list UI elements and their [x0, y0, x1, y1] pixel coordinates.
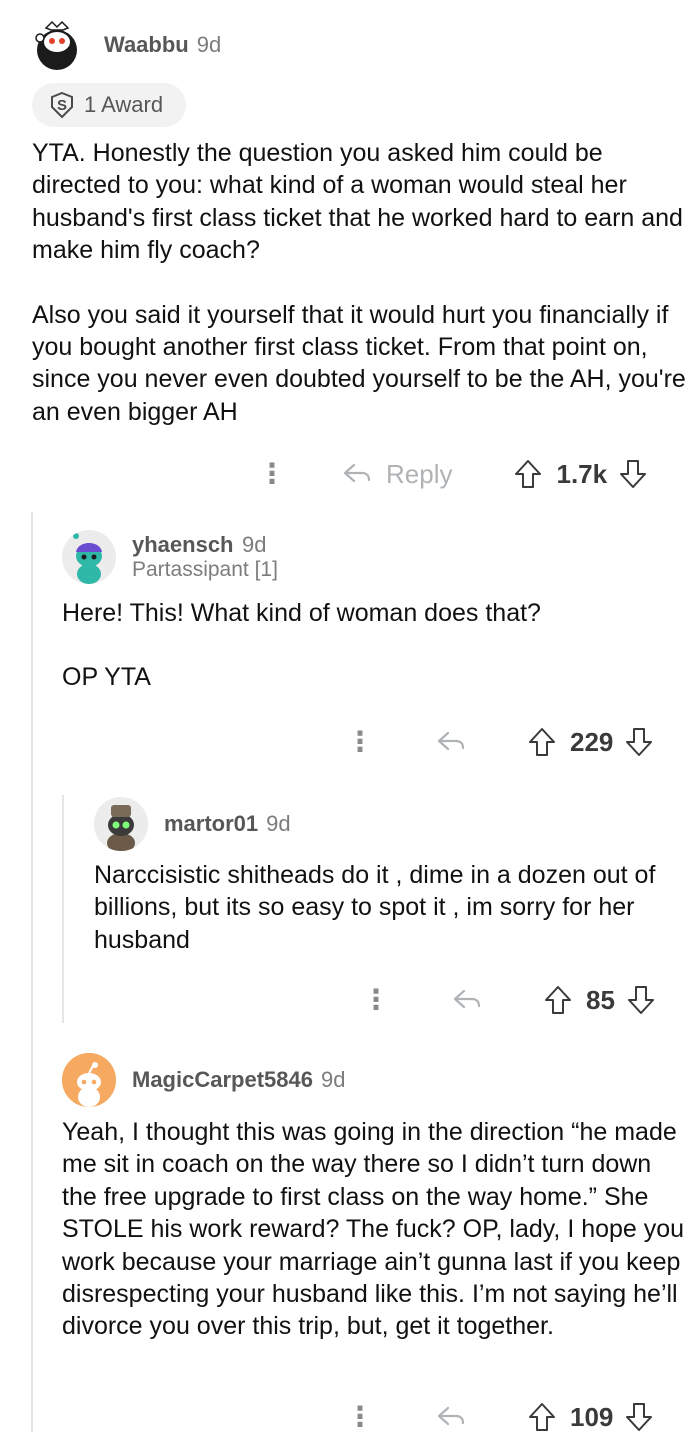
downvote-arrow-icon — [627, 986, 654, 1014]
comment-body: Here! This! What kind of woman does that… — [62, 597, 682, 694]
username[interactable]: MagicCarpet5846 — [132, 1067, 313, 1093]
downvote-button[interactable] — [625, 727, 653, 757]
thread-line[interactable] — [31, 512, 33, 1432]
comment-age: 9d — [196, 32, 222, 57]
comment-paragraph: OP YTA — [62, 663, 151, 692]
svg-text:S: S — [57, 97, 67, 114]
award-badge[interactable]: S 1 Award — [32, 83, 186, 127]
upvote-arrow-icon — [515, 460, 542, 488]
reply-arrow-icon — [343, 463, 371, 483]
username[interactable]: yhaensch — [132, 532, 234, 557]
more-options-button[interactable]: ⋮ — [362, 986, 390, 1014]
vote-score: 229 — [570, 726, 614, 757]
comment-actions: ⋮ Reply 1.7k — [258, 454, 647, 494]
reply-button[interactable] — [436, 730, 466, 754]
user-flair: Partassipant [1] — [132, 558, 278, 581]
upvote-button[interactable] — [514, 459, 542, 489]
downvote-arrow-icon — [626, 1403, 653, 1431]
comment-paragraph: Narccisistic shitheads do it , dime in a… — [94, 861, 656, 954]
avatar[interactable] — [94, 797, 148, 851]
comment-header: martor01 9d — [94, 797, 291, 851]
comment-actions: ⋮ 229 — [346, 722, 653, 762]
downvote-button[interactable] — [627, 985, 655, 1015]
reply-button[interactable]: Reply — [342, 459, 452, 490]
vote-score: 85 — [586, 984, 615, 1015]
thread-line[interactable] — [62, 795, 64, 1023]
reply-arrow-icon — [437, 1406, 465, 1426]
avatar[interactable] — [30, 18, 84, 72]
reply-arrow-icon — [437, 731, 465, 751]
snoo-avatar-icon — [94, 797, 148, 851]
comment-header: Waabbu 9d — [30, 18, 221, 72]
upvote-button[interactable] — [528, 727, 556, 757]
downvote-button[interactable] — [619, 459, 647, 489]
upvote-arrow-icon — [545, 986, 571, 1014]
comment-body: Narccisistic shitheads do it , dime in a… — [94, 859, 686, 956]
reply-label: Reply — [386, 458, 453, 489]
downvote-arrow-icon — [620, 460, 647, 488]
downvote-arrow-icon — [626, 728, 653, 756]
snoo-avatar-icon — [62, 1053, 116, 1107]
comment-age: 9d — [241, 532, 267, 557]
comment-actions: ⋮ 109 — [346, 1397, 653, 1437]
more-options-button[interactable]: ⋮ — [346, 1403, 374, 1431]
username[interactable]: martor01 — [164, 811, 258, 837]
avatar[interactable] — [62, 530, 116, 584]
upvote-arrow-icon — [529, 728, 555, 756]
upvote-arrow-icon — [529, 1403, 555, 1431]
comment-age: 9d — [320, 1067, 346, 1092]
reply-button[interactable] — [436, 1405, 466, 1429]
snoo-avatar-icon — [62, 530, 116, 584]
silver-award-icon: S — [51, 92, 73, 118]
vote-score: 1.7k — [556, 458, 608, 489]
user-meta: yhaensch 9d Partassipant [1] — [132, 532, 278, 582]
more-options-button[interactable]: ⋮ — [258, 460, 286, 488]
vote-score: 109 — [570, 1401, 614, 1432]
comment-header: MagicCarpet5846 9d — [62, 1053, 345, 1107]
comment-age: 9d — [266, 811, 291, 836]
comment-paragraph: Here! This! What kind of woman does that… — [62, 599, 541, 627]
snoo-avatar-icon — [35, 20, 77, 70]
reply-button[interactable] — [452, 988, 482, 1012]
avatar[interactable] — [62, 1053, 116, 1107]
comment-paragraph: Also you said it yourself that it would … — [32, 300, 686, 426]
more-options-button[interactable]: ⋮ — [346, 728, 374, 756]
comment-actions: ⋮ 85 — [362, 980, 655, 1020]
award-count: 1 Award — [84, 92, 164, 117]
comment-header: yhaensch 9d Partassipant [1] — [62, 530, 278, 584]
comment-paragraph: YTA. Honestly the question you asked him… — [32, 139, 683, 265]
username[interactable]: Waabbu — [104, 32, 189, 58]
comment-paragraph: Yeah, I thought this was going in the di… — [62, 1118, 685, 1341]
comment-body: YTA. Honestly the question you asked him… — [32, 137, 692, 428]
comment-body: Yeah, I thought this was going in the di… — [62, 1116, 686, 1343]
upvote-button[interactable] — [528, 1402, 556, 1432]
reply-arrow-icon — [453, 989, 481, 1009]
upvote-button[interactable] — [544, 985, 572, 1015]
downvote-button[interactable] — [625, 1402, 653, 1432]
